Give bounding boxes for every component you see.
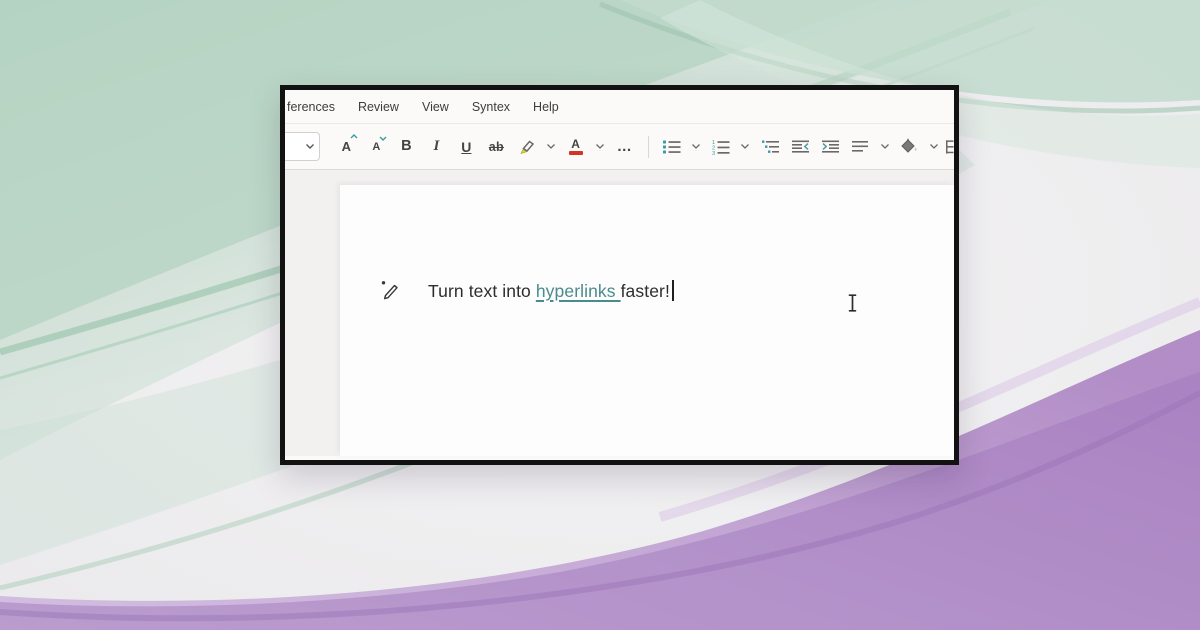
borders-button-partial[interactable]: [946, 137, 954, 157]
multilevel-list-icon: [761, 139, 780, 154]
ribbon-toolbar: S A A B I: [285, 124, 954, 170]
numbered-list-dropdown-chevron[interactable]: [739, 132, 752, 162]
highlight-button[interactable]: [514, 132, 538, 162]
decrease-indent-icon: [791, 139, 810, 154]
increase-indent-icon: [821, 139, 840, 154]
grow-font-button[interactable]: A: [334, 132, 358, 162]
hyperlink-text[interactable]: hyperlinks: [536, 281, 621, 301]
document-text-line[interactable]: Turn text into hyperlinks faster!: [428, 280, 674, 302]
bullet-list-icon: [662, 139, 681, 154]
bold-button[interactable]: B: [394, 132, 418, 162]
font-size-dropdown[interactable]: S: [280, 132, 320, 161]
text-before-link: Turn text into: [428, 281, 536, 301]
decrease-indent-button[interactable]: [788, 132, 812, 162]
menu-tab-help[interactable]: Help: [533, 100, 559, 114]
text-after-link: faster!: [621, 281, 670, 301]
multilevel-list-button[interactable]: [758, 132, 782, 162]
promo-canvas: ferences Review View Syntex Help S A: [0, 0, 1200, 630]
shrink-font-glyph: A: [372, 141, 380, 153]
toolbar-divider: [648, 136, 649, 158]
strikethrough-button[interactable]: ab: [484, 132, 508, 162]
document-canvas: Turn text into hyperlinks faster!: [285, 170, 954, 456]
numbered-list-button[interactable]: 1 2 3: [709, 132, 733, 162]
menu-tab-references[interactable]: ferences: [287, 100, 335, 114]
menu-tab-review[interactable]: Review: [358, 100, 399, 114]
menu-tab-syntex[interactable]: Syntex: [472, 100, 510, 114]
menu-bar: ferences Review View Syntex Help: [285, 90, 954, 124]
underline-glyph: U: [461, 139, 471, 155]
paint-bucket-icon: [899, 138, 919, 155]
text-insertion-caret: [672, 280, 674, 301]
highlight-dropdown-chevron[interactable]: [544, 132, 557, 162]
font-color-icon: A: [569, 138, 583, 155]
ellipsis-icon: …: [617, 138, 633, 155]
svg-text:3: 3: [712, 151, 715, 155]
word-window: ferences Review View Syntex Help S A: [280, 85, 959, 465]
menu-tab-view[interactable]: View: [422, 100, 449, 114]
pen-icon[interactable]: [378, 277, 402, 301]
font-color-dropdown-chevron[interactable]: [594, 132, 607, 162]
caret-up-icon: [350, 134, 358, 139]
highlighter-icon: [517, 138, 536, 156]
bullet-list-dropdown-chevron[interactable]: [690, 132, 703, 162]
underline-button[interactable]: U: [454, 132, 478, 162]
italic-glyph: I: [433, 138, 439, 155]
grow-font-glyph: A: [342, 139, 351, 154]
font-color-button[interactable]: A: [564, 132, 588, 162]
numbered-list-icon: 1 2 3: [711, 139, 730, 155]
line-spacing-button[interactable]: [848, 132, 872, 162]
shading-button[interactable]: [897, 132, 921, 162]
shading-dropdown-chevron[interactable]: [927, 132, 940, 162]
caret-down-icon: [379, 136, 387, 141]
line-spacing-icon: [851, 140, 869, 154]
ibeam-cursor: [846, 293, 859, 313]
bullet-list-button[interactable]: [660, 132, 684, 162]
document-page[interactable]: Turn text into hyperlinks faster!: [340, 185, 954, 456]
strikethrough-glyph: ab: [489, 140, 504, 154]
italic-button[interactable]: I: [424, 132, 448, 162]
shrink-font-button[interactable]: A: [364, 132, 388, 162]
chevron-down-icon: [305, 143, 315, 150]
more-options-button[interactable]: …: [613, 132, 637, 162]
line-spacing-dropdown-chevron[interactable]: [878, 132, 891, 162]
increase-indent-button[interactable]: [818, 132, 842, 162]
bold-glyph: B: [401, 139, 411, 154]
